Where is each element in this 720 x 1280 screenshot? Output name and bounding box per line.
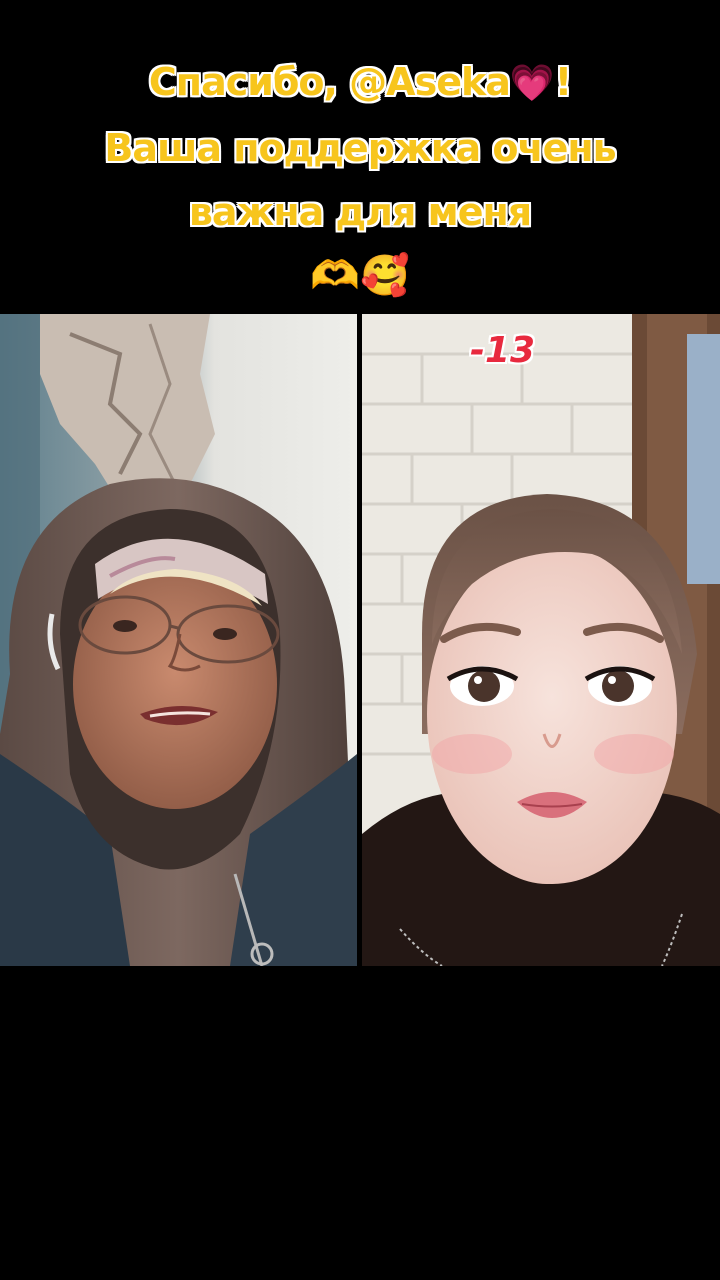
woman-in-hood-video xyxy=(0,314,357,966)
thanks-banner: Спасибо, @Aseka💗! Ваша поддержка очень в… xyxy=(0,50,720,306)
pink-heart-icon: 💗 xyxy=(509,63,555,104)
thanks-line-1-suffix: ! xyxy=(554,60,572,104)
video-feed-left[interactable] xyxy=(0,314,357,966)
gift-counter: -13 xyxy=(470,330,536,371)
animated-avatar-video xyxy=(362,314,720,966)
split-video-view xyxy=(0,314,720,966)
thanks-line-1: Спасибо, @Aseka💗! xyxy=(0,50,720,116)
video-feed-right[interactable] xyxy=(362,314,720,966)
live-stream-screen: Спасибо, @Aseka💗! Ваша поддержка очень в… xyxy=(0,0,720,1280)
thanks-line-3: важна для меня xyxy=(188,190,532,234)
heart-hands-smiling-hearts-icon: 🫶🥰 xyxy=(310,253,410,299)
thanks-line-2: Ваша поддержка очень xyxy=(104,126,616,170)
thanks-line-1-text: Спасибо, @Aseka xyxy=(148,60,511,104)
